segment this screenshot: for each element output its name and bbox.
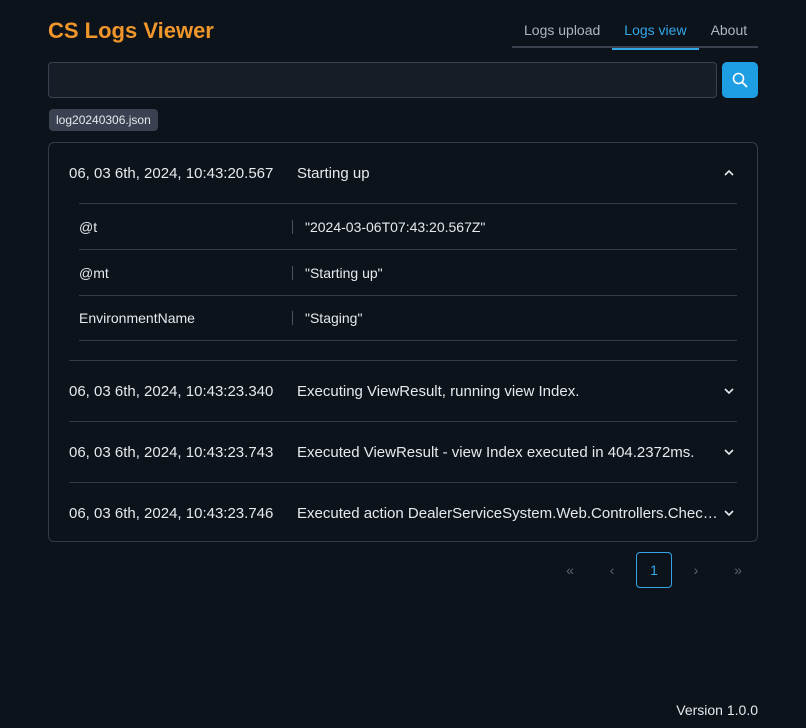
log-message: Executed ViewResult - view Index execute… <box>297 443 695 461</box>
property-key: EnvironmentName <box>79 310 195 326</box>
property-key: @t <box>79 218 98 235</box>
search-input[interactable] <box>48 62 717 98</box>
log-entry-header[interactable]: 06, 03 6th, 2024, 10:43:23.746 Executed … <box>69 483 737 543</box>
chevron-down-icon <box>724 388 734 395</box>
property-row: @mt "Starting up" <box>79 249 737 295</box>
log-timestamp: 06, 03 6th, 2024, 10:43:20.567 <box>69 164 274 182</box>
log-message: Executing ViewResult, running view Index… <box>297 382 580 400</box>
file-chip[interactable]: log20240306.json <box>49 109 158 131</box>
tab-about[interactable]: About <box>699 14 760 48</box>
property-key: @mt <box>79 264 109 281</box>
tab-logs-upload[interactable]: Logs upload <box>512 14 612 48</box>
prev-page-button[interactable]: ‹ <box>594 552 630 588</box>
logs-accordion: 06, 03 6th, 2024, 10:43:20.567 Starting … <box>48 142 758 542</box>
tab-logs-view[interactable]: Logs view <box>612 14 699 50</box>
log-entry: 06, 03 6th, 2024, 10:43:23.746 Executed … <box>69 482 737 543</box>
log-timestamp: 06, 03 6th, 2024, 10:43:23.743 <box>69 443 274 461</box>
property-row: @t "2024-03-06T07:43:20.567Z" <box>79 203 737 249</box>
property-value: "2024-03-06T07:43:20.567Z" <box>305 218 486 235</box>
log-message: Starting up <box>297 164 370 182</box>
log-message: Executed action DealerServiceSystem.Web.… <box>297 504 725 522</box>
pagination: « ‹ 1 › » <box>552 552 758 588</box>
property-row: EnvironmentName "Staging" <box>79 295 737 341</box>
app-title: CS Logs Viewer <box>48 18 214 43</box>
version-label: Version 1.0.0 <box>676 702 758 718</box>
log-entry-header[interactable]: 06, 03 6th, 2024, 10:43:23.743 Executed … <box>69 422 737 482</box>
last-page-button[interactable]: » <box>720 552 756 588</box>
nav-tabs: Logs upload Logs view About <box>512 14 760 50</box>
log-properties: @t "2024-03-06T07:43:20.567Z" @mt "Start… <box>69 203 737 360</box>
chevron-down-icon <box>724 449 734 456</box>
property-value: "Staging" <box>305 310 363 326</box>
chevron-down-icon <box>724 510 734 517</box>
chevron-up-icon <box>724 169 734 176</box>
log-entry-header[interactable]: 06, 03 6th, 2024, 10:43:20.567 Starting … <box>69 143 737 203</box>
log-entry: 06, 03 6th, 2024, 10:43:20.567 Starting … <box>69 143 737 360</box>
log-timestamp: 06, 03 6th, 2024, 10:43:23.746 <box>69 504 274 522</box>
next-page-button[interactable]: › <box>678 552 714 588</box>
log-entry: 06, 03 6th, 2024, 10:43:23.340 Executing… <box>69 360 737 421</box>
page: CS Logs Viewer Logs upload Logs view Abo… <box>0 0 806 728</box>
property-value: "Starting up" <box>305 264 383 281</box>
search-button[interactable] <box>722 62 758 98</box>
log-entry-header[interactable]: 06, 03 6th, 2024, 10:43:23.340 Executing… <box>69 361 737 421</box>
first-page-button[interactable]: « <box>552 552 588 588</box>
log-timestamp: 06, 03 6th, 2024, 10:43:23.340 <box>69 382 274 400</box>
log-entry: 06, 03 6th, 2024, 10:43:23.743 Executed … <box>69 421 737 482</box>
page-1-button[interactable]: 1 <box>636 552 672 588</box>
search-icon <box>732 72 748 88</box>
